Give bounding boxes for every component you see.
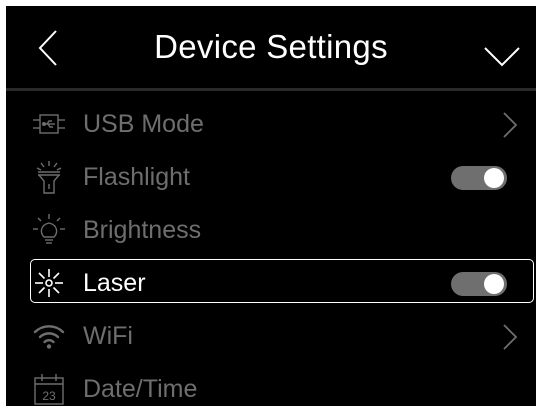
chevron-down-icon: [484, 47, 520, 67]
settings-row-label: Laser: [83, 269, 146, 297]
header-bar: Device Settings: [6, 6, 536, 91]
settings-row-wifi[interactable]: WiFi: [6, 310, 536, 362]
brightness-icon: [33, 214, 65, 244]
wifi-icon: [33, 325, 65, 349]
settings-row-flashlight[interactable]: Flashlight: [6, 151, 536, 203]
settings-row-date-time[interactable]: 23 Date/Time: [6, 363, 536, 406]
laser-icon: [35, 269, 63, 297]
collapse-button[interactable]: [472, 6, 532, 90]
calendar-day-text: 23: [42, 389, 56, 403]
settings-row-usb-mode[interactable]: USB Mode: [6, 98, 536, 150]
header-divider: [6, 88, 536, 91]
flashlight-toggle[interactable]: [451, 166, 507, 190]
chevron-right-icon: [503, 112, 518, 138]
toggle-knob: [484, 274, 504, 294]
settings-row-laser[interactable]: Laser: [6, 257, 536, 309]
laser-toggle[interactable]: [451, 272, 507, 296]
toggle-knob: [484, 168, 504, 188]
settings-row-label: Brightness: [83, 216, 202, 244]
settings-row-label: USB Mode: [83, 110, 204, 138]
settings-row-brightness[interactable]: Brightness: [6, 204, 536, 256]
settings-row-label: WiFi: [83, 322, 133, 350]
settings-row-label: Flashlight: [83, 163, 190, 191]
chevron-right-icon: [503, 324, 518, 350]
calendar-icon: 23: [34, 374, 64, 405]
flashlight-icon: [36, 161, 62, 194]
usb-icon: [33, 114, 65, 134]
settings-row-label: Date/Time: [83, 375, 198, 403]
page-title: Device Settings: [154, 28, 388, 65]
device-screen: Device Settings USB Mode Flashlight Brig…: [6, 6, 536, 406]
